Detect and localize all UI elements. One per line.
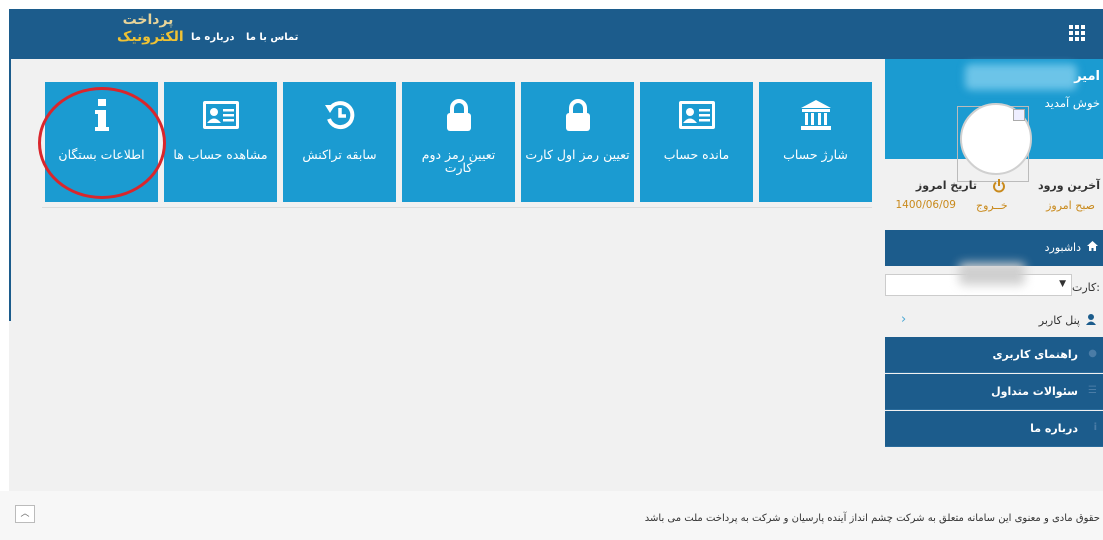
nav-dashboard-label: داشبورد xyxy=(1044,241,1081,254)
nav-user-guide[interactable]: ● راهنمای کاربری xyxy=(885,337,1103,373)
tile-relatives-info[interactable]: اطلاعات بستگان xyxy=(45,82,158,202)
power-icon[interactable] xyxy=(992,179,1006,196)
nav-about-us[interactable]: i درباره ما xyxy=(885,411,1103,447)
card-label: کارت: xyxy=(1072,281,1100,294)
welcome-text: خوش آمدید xyxy=(1044,96,1100,110)
service-tiles: شارژ حساب مانده حساب تعیین رمز اول کارت … xyxy=(42,82,872,202)
info-icon: i xyxy=(1093,422,1097,433)
list-icon: ☰ xyxy=(1088,385,1097,396)
tile-label: شارژ حساب xyxy=(783,147,848,162)
sidebar: امیر خوش آمدید آخرین ورود صبح امروز تاری… xyxy=(885,59,1103,491)
tile-label: مشاهده حساب ها xyxy=(173,147,268,162)
lock-icon xyxy=(402,97,515,133)
id-card-icon xyxy=(164,97,277,133)
last-login-value: صبح امروز xyxy=(1046,199,1095,212)
logo-line1: پرداخت xyxy=(122,12,174,28)
top-bar: پرداخت الکترونیک تماس با ما درباره ما xyxy=(9,9,1103,59)
scroll-top-button[interactable]: ︿ xyxy=(15,505,35,523)
tile-account-balance[interactable]: مانده حساب xyxy=(640,82,753,202)
chevron-up-icon: ︿ xyxy=(20,509,30,519)
history-icon xyxy=(283,97,396,133)
footer: ︿ حقوق مادی و معنوی این سامانه متعلق به … xyxy=(0,491,1103,540)
logo-line2: الکترونیک xyxy=(117,29,184,45)
info-icon xyxy=(45,97,158,133)
tile-label: اطلاعات بستگان xyxy=(58,147,145,162)
tile-view-accounts[interactable]: مشاهده حساب ها xyxy=(164,82,277,202)
nav-user-panel-label: پنل کاربر xyxy=(1038,314,1080,327)
home-icon xyxy=(1087,241,1098,254)
user-name: امیر xyxy=(1074,69,1100,84)
nav-faq[interactable]: ☰ سئوالات متداول xyxy=(885,374,1103,410)
last-login-label: آخرین ورود xyxy=(1037,179,1100,192)
question-icon: ● xyxy=(1088,348,1097,359)
chevron-down-icon: ▼ xyxy=(1059,279,1066,289)
contact-us-link[interactable]: تماس با ما xyxy=(246,32,298,43)
copyright-text: حقوق مادی و معنوی این سامانه متعلق به شر… xyxy=(644,513,1100,524)
tile-charge-account[interactable]: شارژ حساب xyxy=(759,82,872,202)
nav-dashboard[interactable]: داشبورد xyxy=(885,230,1103,266)
tile-set-second-pin[interactable]: تعیین رمز دوم کارت xyxy=(402,82,515,202)
about-us-link[interactable]: درباره ما xyxy=(191,32,235,43)
top-links: تماس با ما درباره ما xyxy=(183,32,298,43)
broken-image-icon xyxy=(1013,109,1025,121)
apps-grid-icon[interactable] xyxy=(1069,25,1085,41)
main-content: شارژ حساب مانده حساب تعیین رمز اول کارت … xyxy=(9,59,885,491)
login-info: آخرین ورود صبح امروز تاریخ امروز 1400/06… xyxy=(885,171,1103,221)
card-number-redacted-blur xyxy=(959,263,1025,285)
logout-link[interactable]: خــروج xyxy=(976,199,1008,212)
tile-set-first-pin[interactable]: تعیین رمز اول کارت xyxy=(521,82,634,202)
tile-label: سابقه تراکنش xyxy=(302,147,377,162)
tile-label: تعیین رمز اول کارت xyxy=(525,147,630,162)
lock-icon xyxy=(521,97,634,133)
nav-faq-label: سئوالات متداول xyxy=(991,385,1078,398)
nav-about-us-label: درباره ما xyxy=(1030,422,1078,435)
nav-user-panel[interactable]: پنل کاربر ‹ xyxy=(885,309,1103,333)
tiles-divider xyxy=(42,207,872,208)
name-redacted-blur xyxy=(965,64,1077,90)
left-edge-bar xyxy=(9,59,11,321)
tile-label: مانده حساب xyxy=(663,147,730,162)
user-icon xyxy=(1086,314,1096,328)
bank-icon xyxy=(759,97,872,133)
nav-user-guide-label: راهنمای کاربری xyxy=(992,348,1078,361)
tile-transaction-history[interactable]: سابقه تراکنش xyxy=(283,82,396,202)
logo[interactable]: پرداخت الکترونیک xyxy=(117,12,184,46)
today-date-value: 1400/06/09 xyxy=(895,199,956,211)
tile-label: تعیین رمز دوم کارت xyxy=(421,147,496,175)
chevron-left-icon: ‹ xyxy=(901,312,907,327)
id-card-icon xyxy=(640,97,753,133)
today-date-label: تاریخ امروز xyxy=(915,179,977,192)
